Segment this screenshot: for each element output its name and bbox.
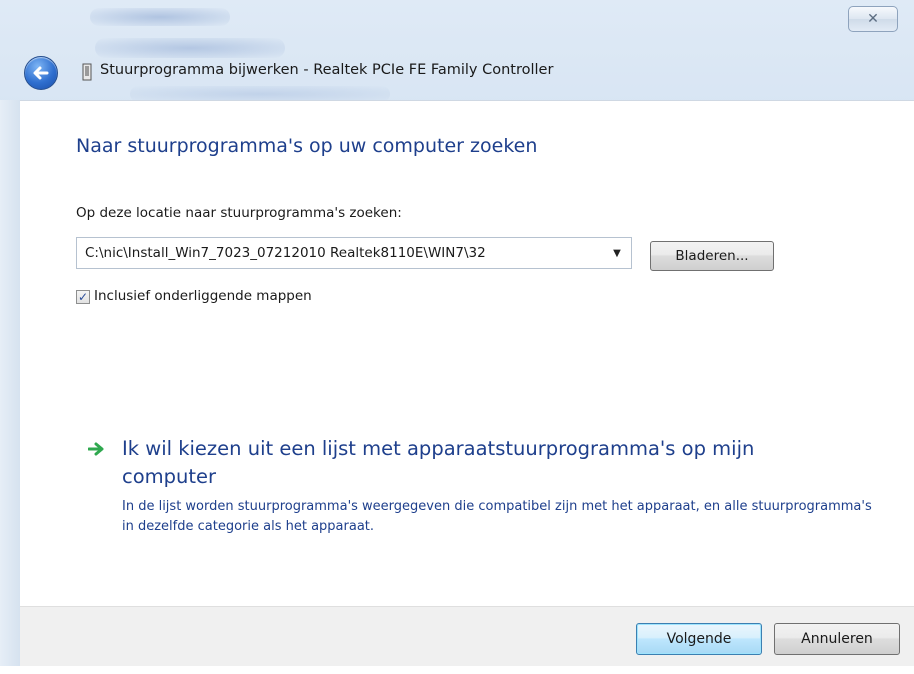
command-link-description: In de lijst worden stuurprogramma's weer… xyxy=(122,499,872,534)
window-border xyxy=(0,100,20,666)
window-title: Stuurprogramma bijwerken - Realtek PCIe … xyxy=(100,62,554,78)
window-bottom-edge xyxy=(0,666,914,674)
page-title: Naar stuurprogramma's op uw computer zoe… xyxy=(76,135,538,157)
path-combobox[interactable]: C:\nic\Install_Win7_7023_07212010 Realte… xyxy=(76,237,632,269)
browse-button[interactable]: Bladeren... xyxy=(650,241,774,271)
location-label: Op deze locatie naar stuurprogramma's zo… xyxy=(76,205,402,221)
path-input[interactable]: C:\nic\Install_Win7_7023_07212010 Realte… xyxy=(77,245,603,261)
wizard-content: Naar stuurprogramma's op uw computer zoe… xyxy=(20,100,914,607)
green-arrow-icon xyxy=(88,442,104,456)
next-button[interactable]: Volgende xyxy=(636,623,762,655)
chevron-down-icon[interactable]: ▼ xyxy=(603,238,631,268)
background-blur xyxy=(95,38,285,58)
back-arrow-icon xyxy=(33,66,49,80)
checkmark-icon: ✓ xyxy=(77,290,89,304)
cancel-button[interactable]: Annuleren xyxy=(774,623,900,655)
back-button[interactable] xyxy=(24,56,58,90)
close-button[interactable]: ✕ xyxy=(848,6,898,32)
close-icon: ✕ xyxy=(867,11,879,27)
include-subfolders-label[interactable]: Inclusief onderliggende mappen xyxy=(94,288,312,304)
device-icon xyxy=(82,63,92,81)
command-link-title[interactable]: Ik wil kiezen uit een lijst met apparaat… xyxy=(122,435,842,491)
include-subfolders-checkbox[interactable]: ✓ xyxy=(76,290,90,304)
background-blur xyxy=(90,8,230,26)
footer-bar: Volgende Annuleren xyxy=(20,606,914,667)
